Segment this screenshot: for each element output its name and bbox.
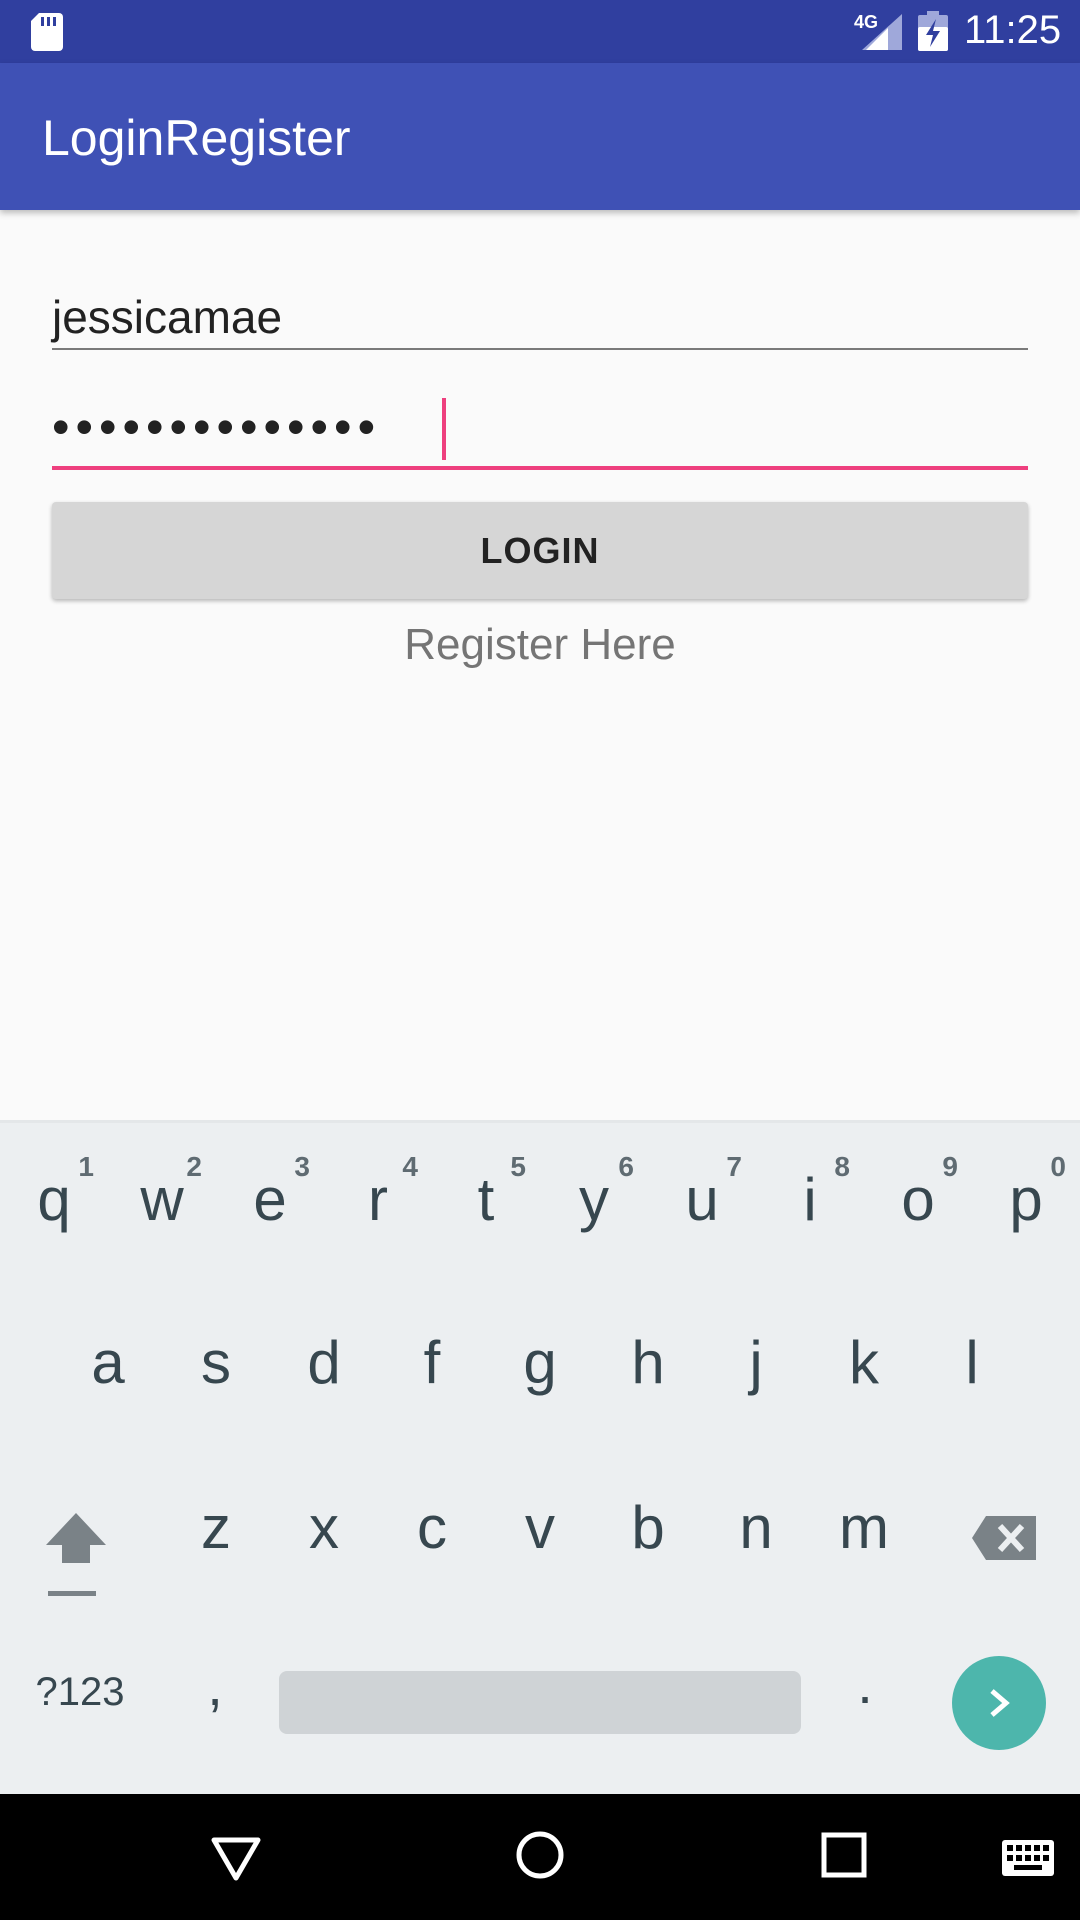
key-label: h <box>631 1329 665 1396</box>
key-m[interactable]: m <box>810 1453 918 1593</box>
key-label: d <box>307 1329 341 1396</box>
key-label: n <box>739 1494 773 1561</box>
key-g[interactable]: g <box>486 1288 594 1428</box>
soft-keyboard: 1q2w3e4r5t6y7u8i9o0p a s d f g h j k l z x c v b nm ?… <box>0 1120 1080 1794</box>
register-link[interactable]: Register Here <box>0 620 1080 670</box>
key-a[interactable]: a <box>54 1288 162 1428</box>
key-r[interactable]: 4r <box>324 1123 432 1263</box>
key-c[interactable]: c <box>378 1453 486 1593</box>
key-label: a <box>91 1329 125 1396</box>
key-x[interactable]: x <box>270 1453 378 1593</box>
backspace-icon[interactable] <box>970 1508 1040 1568</box>
key-label: z <box>201 1494 231 1561</box>
sd-card-icon <box>31 13 63 51</box>
symbols-key[interactable]: ?123 <box>20 1670 140 1715</box>
text-cursor <box>442 398 446 460</box>
shift-icon[interactable] <box>40 1503 112 1603</box>
space-key[interactable] <box>279 1671 801 1734</box>
key-i[interactable]: 8i <box>756 1123 864 1263</box>
key-f[interactable]: f <box>378 1288 486 1428</box>
key-j[interactable]: j <box>702 1288 810 1428</box>
battery-charging-icon <box>918 11 948 51</box>
key-label: p <box>1009 1166 1043 1233</box>
key-label: m <box>839 1494 889 1561</box>
key-l[interactable]: l <box>918 1288 1026 1428</box>
key-label: s <box>201 1329 231 1396</box>
key-d[interactable]: d <box>270 1288 378 1428</box>
status-bar: 4G 11:25 <box>0 0 1080 63</box>
key-y[interactable]: 6y <box>540 1123 648 1263</box>
key-label: e <box>253 1166 287 1233</box>
username-input[interactable]: jessicamae <box>52 280 1028 350</box>
key-label: x <box>309 1494 339 1561</box>
key-b[interactable]: b <box>594 1453 702 1593</box>
key-z[interactable]: z <box>162 1453 270 1593</box>
key-label: c <box>417 1494 447 1561</box>
key-label: v <box>525 1494 555 1561</box>
key-label: j <box>749 1329 763 1396</box>
key-t[interactable]: 5t <box>432 1123 540 1263</box>
key-label: q <box>37 1166 71 1233</box>
app-bar: LoginRegister <box>0 63 1080 210</box>
enter-key[interactable] <box>952 1656 1046 1750</box>
key-label: k <box>849 1329 879 1396</box>
key-p[interactable]: 0p <box>972 1123 1080 1263</box>
navigation-bar <box>0 1794 1080 1920</box>
key-k[interactable]: k <box>810 1288 918 1428</box>
signal-icon <box>862 14 902 50</box>
app-title: LoginRegister <box>42 110 351 166</box>
key-label: w <box>140 1166 184 1233</box>
key-label: i <box>803 1166 817 1233</box>
key-label: g <box>523 1329 557 1396</box>
key-label: u <box>685 1166 719 1233</box>
key-label: b <box>631 1494 665 1561</box>
period-key[interactable]: . <box>840 1651 890 1716</box>
password-value: •••••••••••••• <box>52 399 382 455</box>
key-label: f <box>423 1329 441 1396</box>
key-u[interactable]: 7u <box>648 1123 756 1263</box>
key-q[interactable]: 1q <box>0 1123 108 1263</box>
key-label: l <box>965 1329 979 1396</box>
key-s[interactable]: s <box>162 1288 270 1428</box>
keyboard-switch-icon[interactable] <box>1002 1840 1054 1876</box>
username-value: jessicamae <box>52 291 283 343</box>
login-button[interactable]: LOGIN <box>52 502 1028 599</box>
password-input[interactable]: •••••••••••••• <box>52 390 1028 470</box>
enter-arrow-icon <box>990 1689 1010 1717</box>
key-label: t <box>477 1166 495 1233</box>
key-w[interactable]: 2w <box>108 1123 216 1263</box>
key-label: r <box>368 1166 388 1233</box>
back-icon[interactable] <box>210 1834 262 1884</box>
recents-icon[interactable] <box>821 1832 867 1878</box>
login-button-label: LOGIN <box>480 529 600 571</box>
comma-key[interactable]: , <box>190 1653 240 1718</box>
key-e[interactable]: 3e <box>216 1123 324 1263</box>
key-n[interactable]: n <box>702 1453 810 1593</box>
key-label: y <box>579 1166 609 1233</box>
key-o[interactable]: 9o <box>864 1123 972 1263</box>
key-h[interactable]: h <box>594 1288 702 1428</box>
key-label: o <box>901 1166 935 1233</box>
home-icon[interactable] <box>515 1830 565 1880</box>
clock: 11:25 <box>964 8 1062 52</box>
key-v[interactable]: v <box>486 1453 594 1593</box>
